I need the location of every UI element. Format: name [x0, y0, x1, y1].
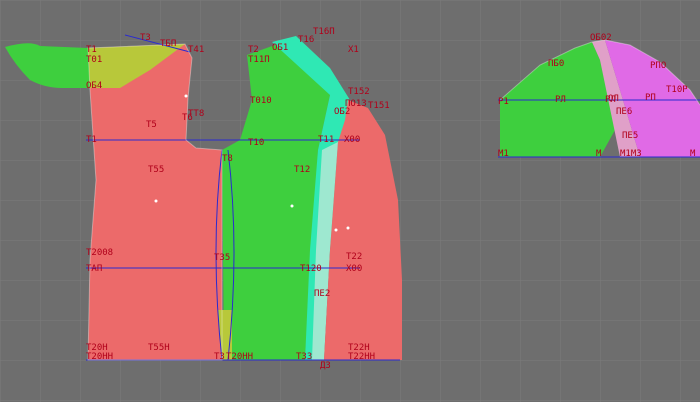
- label-t10: Т10: [248, 138, 264, 148]
- label-t2008: Т2008: [86, 248, 113, 258]
- label-rp: РП: [645, 93, 656, 103]
- label-ob2: ОБ2: [334, 107, 350, 117]
- label-t10r: Т10Р: [666, 85, 688, 95]
- label-x00-bottom: Х00: [346, 264, 362, 274]
- label-t22: Т22: [346, 252, 362, 262]
- label-rl-left: РЛ: [555, 95, 566, 105]
- label-ob1: ОБ1: [272, 43, 288, 53]
- label-t16p: Т16П: [313, 27, 335, 37]
- label-t20nn-mid: Т20НН: [226, 352, 253, 362]
- label-m-right: М: [690, 149, 696, 159]
- label-t11p: Т11П: [248, 55, 270, 65]
- label-m1m3: М1М3: [620, 149, 642, 159]
- label-t5: Т5: [146, 120, 157, 130]
- label-t11: Т11: [318, 135, 334, 145]
- label-ol: ОЛ: [608, 94, 619, 104]
- label-r1: Р1: [498, 97, 509, 107]
- label-t33: Т33: [296, 352, 312, 362]
- label-m: М: [596, 149, 602, 159]
- label-t8: Т8: [222, 154, 233, 164]
- label-t12: Т12: [294, 165, 310, 175]
- label-t1-top: Т1: [86, 45, 97, 55]
- label-x1: Х1: [348, 45, 359, 55]
- label-pe2: ПЕ2: [314, 289, 330, 299]
- label-t22nn: Т22НН: [348, 352, 375, 362]
- label-ob02: ОБ02: [590, 33, 612, 43]
- label-x00-top: Х00: [344, 135, 360, 145]
- label-m1: М1: [498, 149, 509, 159]
- label-t16: Т16: [298, 35, 314, 45]
- label-t3-bottom: Т3: [214, 352, 225, 362]
- label-tap: ТАП: [86, 264, 102, 274]
- label-pe5: ПЕ5: [622, 131, 638, 141]
- label-rpo: РПО: [650, 61, 666, 71]
- label-t1-mid: Т1: [86, 135, 97, 145]
- pattern-canvas[interactable]: Т1 Т3 Т01 ТБП Т41 Т2 ОБ1 Т16 Т16П Т11П Х…: [0, 0, 700, 402]
- label-t2: Т2: [248, 45, 259, 55]
- label-tbp: ТБП: [160, 39, 176, 49]
- label-ob4: ОБ4: [86, 81, 102, 91]
- label-pe6: ПЕ6: [616, 107, 632, 117]
- label-pb0: ПБ0: [548, 59, 564, 69]
- label-t010: Т010: [250, 96, 272, 106]
- label-d3: Д3: [320, 361, 331, 371]
- label-t55: Т55: [148, 165, 164, 175]
- label-t152: Т152: [348, 87, 370, 97]
- label-t6: Т6: [182, 113, 193, 123]
- label-t55n: Т55Н: [148, 343, 170, 353]
- label-t3: Т3: [140, 33, 151, 43]
- label-tz5: ТЗ5: [214, 253, 230, 263]
- label-t41: Т41: [188, 45, 204, 55]
- label-t120: Т120: [300, 264, 322, 274]
- label-t20nn: Т20НН: [86, 352, 113, 362]
- label-t151: Т151: [368, 101, 390, 111]
- label-t01: Т01: [86, 55, 102, 65]
